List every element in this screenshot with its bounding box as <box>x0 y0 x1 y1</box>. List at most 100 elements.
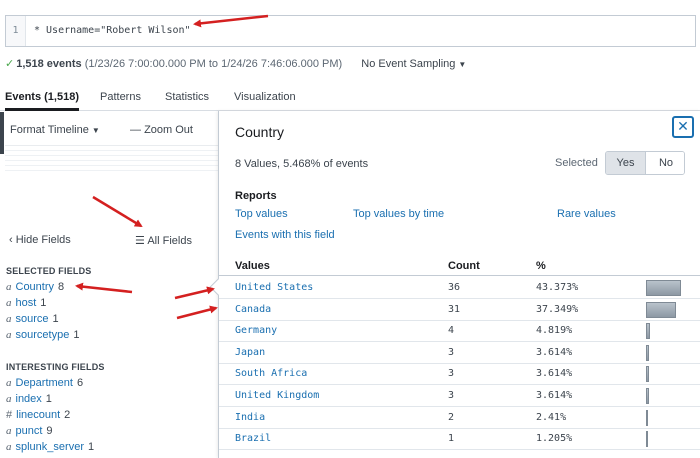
interesting-fields-header: INTERESTING FIELDS <box>6 362 105 372</box>
arrow-to-canada <box>176 305 218 320</box>
value-link[interactable]: Germany <box>235 325 277 336</box>
tab-patterns[interactable]: Patterns <box>100 83 141 111</box>
line-number: 1 <box>6 16 26 46</box>
event-sampling-label: No Event Sampling <box>361 58 456 70</box>
field-count: 1 <box>73 329 80 341</box>
field-item-source[interactable]: a source 1 <box>6 312 59 327</box>
field-count: 1 <box>40 297 47 309</box>
field-item-punct[interactable]: a punct 9 <box>6 424 53 439</box>
field-name[interactable]: splunk_server <box>16 441 84 453</box>
format-timeline-label: Format Timeline <box>10 124 89 136</box>
value-row[interactable]: Japan 3 3.614% <box>219 342 700 364</box>
field-type-icon: a <box>6 441 12 453</box>
list-icon: ☰ <box>135 235 145 247</box>
check-icon: ✓ <box>5 58 15 70</box>
events-with-field-link[interactable]: Events with this field <box>235 229 335 241</box>
hide-fields-button[interactable]: ‹ Hide Fields <box>9 234 71 246</box>
value-percent: 3.614% <box>536 368 573 380</box>
value-link[interactable]: Japan <box>235 347 265 358</box>
value-percent-bar <box>646 431 648 448</box>
value-row[interactable]: Germany 4 4.819% <box>219 320 700 343</box>
field-name[interactable]: punct <box>16 425 43 437</box>
field-name[interactable]: Department <box>16 377 73 389</box>
column-values: Values <box>235 260 270 272</box>
event-sampling-dropdown[interactable]: No Event Sampling ▼ <box>361 58 466 70</box>
value-count: 3 <box>448 390 455 401</box>
search-query-input[interactable]: * Username="Robert Wilson" <box>34 16 191 46</box>
arrow-to-country-field <box>75 282 133 294</box>
field-count: 6 <box>76 377 84 389</box>
popup-title: Country <box>235 124 285 140</box>
time-range: (1/23/26 7:00:00.000 PM to 1/24/26 7:46:… <box>84 58 343 70</box>
value-count: 3 <box>448 346 455 358</box>
value-row[interactable]: Brazil 1 1.205% <box>219 428 700 451</box>
value-link[interactable]: United States <box>235 282 313 293</box>
selected-yes-button[interactable]: Yes <box>606 152 646 174</box>
column-percent: % <box>536 260 546 272</box>
selected-no-button[interactable]: No <box>646 152 684 174</box>
field-name[interactable]: source <box>16 313 49 325</box>
field-item-linecount[interactable]: # linecount 2 <box>6 408 70 423</box>
caret-down-icon: ▼ <box>458 60 467 69</box>
field-count: 9 <box>46 425 53 437</box>
value-row[interactable]: United Kingdom 3 3.614% <box>219 385 700 407</box>
all-fields-label: All Fields <box>147 235 192 247</box>
field-item-sourcetype[interactable]: a sourcetype 1 <box>6 328 79 343</box>
value-count: 4 <box>448 325 455 337</box>
value-link[interactable]: South Africa <box>235 368 307 379</box>
value-percent-bar <box>646 280 681 296</box>
field-count: 1 <box>52 313 59 325</box>
pane-edge <box>0 112 4 154</box>
value-row[interactable]: India 2 2.41% <box>219 407 700 429</box>
field-type-icon: a <box>6 329 12 341</box>
value-row[interactable]: United States 36 43.373% <box>219 277 700 299</box>
value-row[interactable]: Canada 31 37.349% <box>219 299 700 321</box>
value-percent-bar <box>646 366 649 383</box>
format-timeline-dropdown[interactable]: Format Timeline ▼ <box>10 124 100 136</box>
value-percent: 2.41% <box>536 411 567 423</box>
selected-label: Selected <box>555 157 598 169</box>
field-count: 8 <box>58 281 65 293</box>
search-bar[interactable]: 1 * Username="Robert Wilson" <box>5 15 696 47</box>
value-link[interactable]: Brazil <box>235 433 271 444</box>
value-percent-bar <box>646 409 648 426</box>
tab-statistics[interactable]: Statistics <box>165 83 209 111</box>
field-item-country[interactable]: a Country 8 <box>6 280 64 295</box>
field-type-icon: # <box>6 409 13 421</box>
field-name[interactable]: linecount <box>16 409 60 421</box>
selected-toggle: Yes No <box>605 151 685 175</box>
tab-events[interactable]: Events (1,518) <box>5 83 79 111</box>
field-name[interactable]: host <box>16 297 37 309</box>
values-table-header: Values Count % <box>219 256 700 276</box>
value-percent: 4.819% <box>536 325 573 337</box>
field-count: 1 <box>45 393 52 405</box>
value-link[interactable]: Canada <box>235 304 271 315</box>
value-row[interactable]: South Africa 3 3.614% <box>219 363 700 386</box>
field-item-index[interactable]: a index 1 <box>6 392 52 407</box>
field-name[interactable]: sourcetype <box>16 329 70 341</box>
field-type-icon: a <box>6 425 12 437</box>
field-type-icon: a <box>6 393 12 405</box>
value-percent: 37.349% <box>536 303 579 315</box>
field-name[interactable]: Country <box>16 281 55 293</box>
close-icon[interactable]: ✕ <box>672 116 694 138</box>
field-name[interactable]: index <box>16 393 42 405</box>
tab-visualization[interactable]: Visualization <box>234 83 296 111</box>
value-link[interactable]: India <box>235 412 265 423</box>
top-values-link[interactable]: Top values <box>235 208 288 220</box>
value-count: 31 <box>448 303 461 315</box>
value-percent-bar <box>646 388 649 404</box>
all-fields-button[interactable]: ☰ All Fields <box>135 234 192 247</box>
timeline-chart[interactable] <box>5 145 218 175</box>
field-item-department[interactable]: a Department 6 <box>6 376 83 391</box>
value-percent-bar <box>646 344 649 361</box>
field-item-splunk-server[interactable]: a splunk_server 1 <box>6 440 94 455</box>
selected-fields-header: SELECTED FIELDS <box>6 266 92 276</box>
top-values-by-time-link[interactable]: Top values by time <box>353 208 444 220</box>
field-item-host[interactable]: a host 1 <box>6 296 46 311</box>
zoom-out-button[interactable]: — Zoom Out <box>130 123 193 137</box>
zoom-out-label: Zoom Out <box>144 124 193 136</box>
value-percent: 3.614% <box>536 390 573 401</box>
value-link[interactable]: United Kingdom <box>235 390 319 401</box>
rare-values-link[interactable]: Rare values <box>557 208 616 220</box>
